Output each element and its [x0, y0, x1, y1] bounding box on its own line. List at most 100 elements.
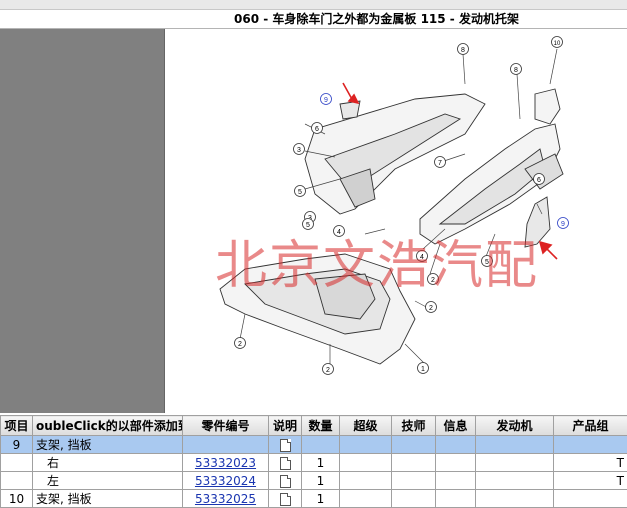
row-part-number[interactable]: 53332025: [183, 490, 269, 508]
svg-text:6: 6: [537, 177, 541, 184]
svg-text:7: 7: [438, 160, 442, 167]
row-name: 支架, 挡板: [33, 490, 183, 508]
row-info: [436, 436, 476, 454]
parts-table: 项目 oubleClick的以部件添加到: 零件编号 说明 数量 超级 技师 信…: [0, 415, 627, 508]
callout-2[interactable]: 2: [426, 302, 437, 313]
col-engine[interactable]: 发动机: [476, 416, 554, 436]
svg-text:5: 5: [298, 189, 302, 196]
document-icon[interactable]: [280, 493, 291, 506]
svg-text:1: 1: [421, 366, 425, 373]
row-super: [340, 436, 392, 454]
document-icon[interactable]: [280, 457, 291, 470]
svg-text:2: 2: [326, 367, 330, 374]
row-part-number: [183, 436, 269, 454]
row-product-group: [554, 490, 627, 508]
row-quantity: [302, 436, 340, 454]
callout-10[interactable]: 10: [552, 37, 563, 48]
callout-2[interactable]: 2: [235, 338, 246, 349]
row-description[interactable]: [269, 454, 302, 472]
callout-4[interactable]: 4: [417, 251, 428, 262]
row-super: [340, 472, 392, 490]
row-part-number[interactable]: 53332024: [183, 472, 269, 490]
callout-4[interactable]: 4: [334, 226, 345, 237]
callout-3[interactable]: 3: [294, 144, 305, 155]
svg-text:8: 8: [461, 47, 465, 54]
document-icon[interactable]: [280, 475, 291, 488]
row-part-number[interactable]: 53332023: [183, 454, 269, 472]
col-name[interactable]: oubleClick的以部件添加到:: [33, 416, 183, 436]
row-description[interactable]: [269, 490, 302, 508]
callout-5[interactable]: 5: [482, 256, 493, 267]
callout-8[interactable]: 8: [458, 44, 469, 55]
row-info: [436, 490, 476, 508]
row-engine: [476, 472, 554, 490]
callout-9[interactable]: 9: [558, 218, 569, 229]
row-quantity: 1: [302, 454, 340, 472]
col-super[interactable]: 超级: [340, 416, 392, 436]
callout-5[interactable]: 5: [303, 219, 314, 230]
col-product-group[interactable]: 产品组: [554, 416, 627, 436]
row-super: [340, 490, 392, 508]
row-item: [1, 454, 33, 472]
svg-text:4: 4: [420, 254, 424, 261]
diagram-title: 060 - 车身除车门之外都为金属板 115 - 发动机托架: [234, 12, 519, 26]
svg-text:5: 5: [485, 259, 489, 266]
svg-text:9: 9: [561, 221, 565, 228]
row-description[interactable]: [269, 436, 302, 454]
row-technician: [392, 436, 436, 454]
svg-text:3: 3: [297, 147, 301, 154]
svg-text:8: 8: [514, 67, 518, 74]
left-gray-panel: [0, 29, 165, 413]
row-engine: [476, 490, 554, 508]
table-row[interactable]: 左 53332024 1 T: [1, 472, 627, 490]
exploded-view-drawing: 1 2 2 2 2 3 3 4 4 5 5 5 6 6 7 8 8 9 9 10: [165, 29, 627, 413]
table-row[interactable]: 10 支架, 挡板 53332025 1: [1, 490, 627, 508]
part-number-link[interactable]: 53332025: [195, 492, 256, 506]
row-product-group: T: [554, 454, 627, 472]
callout-6[interactable]: 6: [312, 123, 323, 134]
part-number-link[interactable]: 53332024: [195, 474, 256, 488]
row-quantity: 1: [302, 472, 340, 490]
row-info: [436, 454, 476, 472]
part-number-link[interactable]: 53332023: [195, 456, 256, 470]
callout-2[interactable]: 2: [428, 274, 439, 285]
table-row[interactable]: 9 支架, 挡板: [1, 436, 627, 454]
col-item[interactable]: 项目: [1, 416, 33, 436]
col-description[interactable]: 说明: [269, 416, 302, 436]
row-technician: [392, 472, 436, 490]
callout-9[interactable]: 9: [321, 94, 332, 105]
row-technician: [392, 454, 436, 472]
callout-2[interactable]: 2: [323, 364, 334, 375]
svg-text:2: 2: [238, 341, 242, 348]
parts-diagram[interactable]: 1 2 2 2 2 3 3 4 4 5 5 5 6 6 7 8 8 9 9 10…: [165, 29, 627, 413]
diagram-title-bar: 060 - 车身除车门之外都为金属板 115 - 发动机托架: [0, 10, 627, 29]
row-product-group: [554, 436, 627, 454]
svg-text:2: 2: [431, 277, 435, 284]
row-quantity: 1: [302, 490, 340, 508]
col-technician[interactable]: 技师: [392, 416, 436, 436]
row-item: [1, 472, 33, 490]
col-part-number[interactable]: 零件编号: [183, 416, 269, 436]
svg-text:9: 9: [324, 97, 328, 104]
col-quantity[interactable]: 数量: [302, 416, 340, 436]
document-icon[interactable]: [280, 439, 291, 452]
row-technician: [392, 490, 436, 508]
callout-5[interactable]: 5: [295, 186, 306, 197]
col-info[interactable]: 信息: [436, 416, 476, 436]
table-row[interactable]: 右 53332023 1 T: [1, 454, 627, 472]
svg-text:5: 5: [306, 222, 310, 229]
callout-6[interactable]: 6: [534, 174, 545, 185]
row-name: 右: [33, 454, 183, 472]
row-info: [436, 472, 476, 490]
table-header-row: 项目 oubleClick的以部件添加到: 零件编号 说明 数量 超级 技师 信…: [1, 416, 627, 436]
callout-8[interactable]: 8: [511, 64, 522, 75]
row-name: 支架, 挡板: [33, 436, 183, 454]
svg-text:2: 2: [429, 305, 433, 312]
callout-7[interactable]: 7: [435, 157, 446, 168]
row-engine: [476, 454, 554, 472]
row-name: 左: [33, 472, 183, 490]
svg-text:10: 10: [554, 41, 561, 47]
row-item: 9: [1, 436, 33, 454]
callout-1[interactable]: 1: [418, 363, 429, 374]
row-description[interactable]: [269, 472, 302, 490]
